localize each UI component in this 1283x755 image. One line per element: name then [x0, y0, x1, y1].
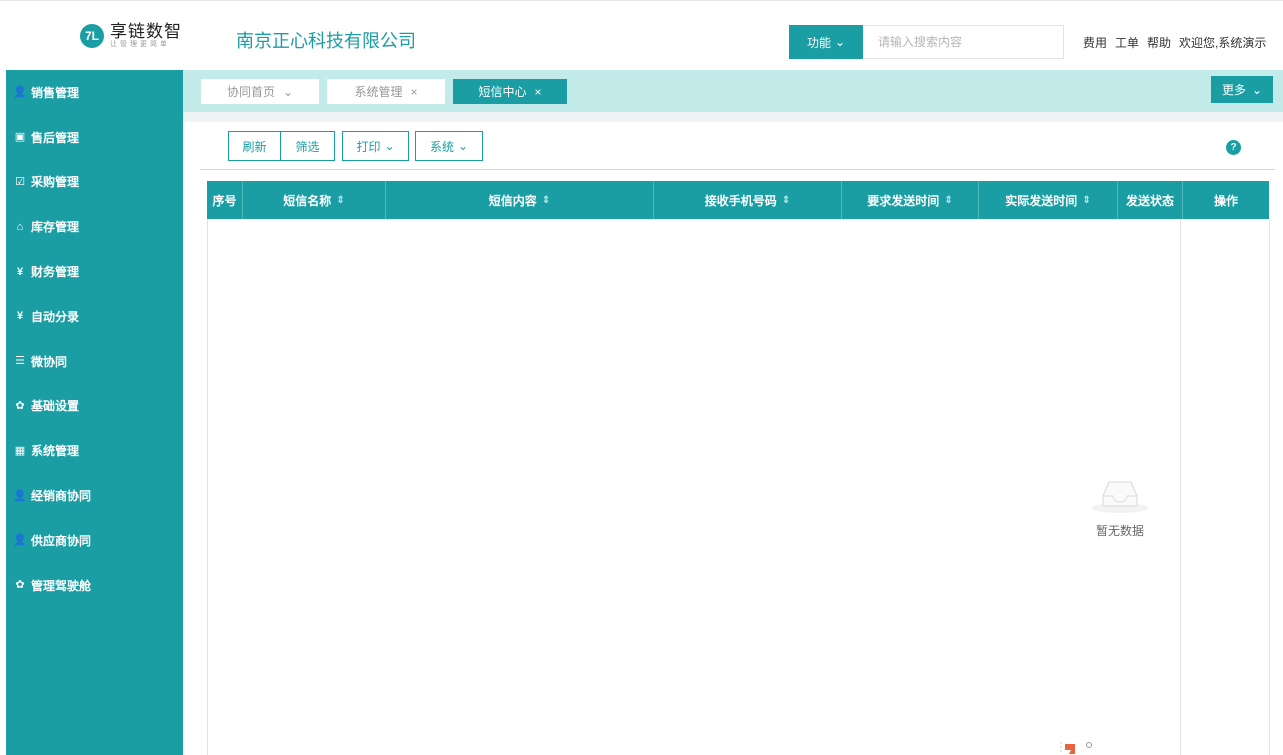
sidebar-item-label: 管理驾驶舱 — [31, 578, 92, 593]
top-links: 费用 工单 帮助 欢迎您,系统演示 — [1083, 34, 1266, 51]
gear-icon: ✿ — [15, 579, 25, 592]
column-header-actions: 操作 — [1213, 193, 1238, 208]
chevron-down-icon: ⌄ — [384, 139, 395, 153]
logo-slogan: 让管理更简单 — [110, 41, 170, 48]
sort-icon[interactable]: ⇕ — [542, 195, 550, 206]
system-label: 系统 — [429, 139, 454, 154]
sort-icon[interactable]: ⇕ — [944, 195, 952, 206]
column-header-status: 发送状态 — [1118, 181, 1183, 219]
sidebar-item-inventory[interactable]: ⌂ 库存管理 — [6, 204, 183, 249]
tab-home[interactable]: 协同首页 ⌄ — [201, 79, 319, 104]
home-icon: ⌂ — [16, 220, 24, 233]
sort-icon[interactable]: ⇕ — [336, 195, 344, 206]
sidebar-item-label: 经销商协同 — [31, 489, 92, 504]
top-link-expense[interactable]: 费用 — [1083, 34, 1107, 51]
toolbar: 刷新 筛选 打印 ⌄ 系统 ⌄ — [228, 131, 483, 161]
print-label: 打印 — [356, 139, 381, 154]
empty-state: 暂无数据 — [1089, 470, 1151, 539]
close-icon[interactable]: × — [411, 85, 418, 99]
sidebar-item-label: 基础设置 — [31, 399, 80, 414]
top-link-help[interactable]: 帮助 — [1147, 34, 1171, 51]
sidebar-item-micro-collab[interactable]: ☰ 微协同 — [6, 339, 183, 384]
sidebar-item-cockpit[interactable]: ✿ 管理驾驶舱 — [6, 563, 183, 608]
column-header-index: 序号 — [207, 181, 243, 219]
sidebar-item-label: 库存管理 — [31, 220, 80, 235]
person-icon: 👤 — [13, 534, 27, 547]
column-header-sms-name[interactable]: 短信名称 ⇕ — [243, 181, 386, 219]
person-icon: 👤 — [13, 489, 27, 502]
logo-name: 享链数智 — [110, 22, 182, 41]
column-header-required-time[interactable]: 要求发送时间 ⇕ — [842, 181, 979, 219]
sidebar-item-finance[interactable]: ¥ 财务管理 — [6, 249, 183, 294]
tab-divider — [183, 112, 1283, 122]
close-icon[interactable]: × — [535, 85, 542, 99]
sidebar: 👤 销售管理 ▣ 售后管理 ☑ 采购管理 ⌂ 库存管理 ¥ 财务管理 ¥ 自动分录 ☰ 微协同… — [6, 70, 183, 755]
table-header: 序号 短信名称 ⇕ 短信内容 ⇕ 接收手机号码 ⇕ 要求发送时间 ⇕ 实际发送时间 ⇕ 发… — [207, 181, 1269, 219]
sidebar-item-label: 售后管理 — [31, 130, 80, 145]
column-header-sms-content[interactable]: 短信内容 ⇕ — [386, 181, 654, 219]
sidebar-item-label: 采购管理 — [31, 175, 80, 190]
refresh-button[interactable]: 刷新 — [228, 131, 281, 161]
sidebar-item-dealer-collab[interactable]: 👤 经销商协同 — [6, 473, 183, 518]
message-icon: ☰ — [15, 355, 25, 368]
print-dropdown-button[interactable]: 打印 ⌄ — [342, 131, 409, 161]
more-label: 更多 — [1221, 83, 1246, 97]
yen-icon: ¥ — [16, 265, 24, 278]
yen-icon: ¥ — [16, 310, 24, 323]
top-header: 7L 享链数智 让管理更简单 南京正心科技有限公司 功能 ⌄ 费用 工单 帮助 … — [0, 0, 1283, 70]
gear-icon: ✿ — [15, 399, 25, 412]
chevron-down-icon: ⌄ — [457, 139, 469, 153]
sidebar-item-label: 系统管理 — [31, 444, 80, 459]
grid-icon: ▦ — [14, 444, 26, 457]
tab-label: 协同首页 — [226, 85, 275, 99]
column-header-phone[interactable]: 接收手机号码 ⇕ — [654, 181, 842, 219]
column-header-actual-time[interactable]: 实际发送时间 ⇕ — [979, 181, 1118, 219]
top-link-ticket[interactable]: 工单 — [1115, 34, 1139, 51]
logo-mark-icon: 7L — [80, 24, 104, 48]
floating-widget-icon[interactable] — [1060, 740, 1094, 755]
fixed-actions-column — [1180, 219, 1270, 755]
divider — [200, 169, 1275, 170]
empty-inbox-icon — [1092, 481, 1148, 513]
function-label: 功能 — [806, 35, 831, 50]
logo[interactable]: 7L 享链数智 让管理更简单 — [80, 23, 182, 49]
sidebar-item-purchase[interactable]: ☑ 采购管理 — [6, 160, 183, 205]
id-card-icon: ▣ — [14, 131, 26, 144]
more-button[interactable]: 更多 ⌄ — [1211, 76, 1273, 103]
sort-icon[interactable]: ⇕ — [1082, 195, 1090, 206]
sidebar-item-basic-settings[interactable]: ✿ 基础设置 — [6, 384, 183, 429]
filter-button[interactable]: 筛选 — [281, 131, 335, 161]
sidebar-item-auto-entry[interactable]: ¥ 自动分录 — [6, 294, 183, 339]
tab-label: 短信中心 — [478, 85, 527, 99]
sidebar-item-label: 财务管理 — [31, 265, 80, 280]
search-input[interactable] — [864, 25, 1064, 59]
sidebar-item-after-sales[interactable]: ▣ 售后管理 — [6, 115, 183, 160]
chevron-down-icon: ⌄ — [1251, 82, 1263, 97]
sidebar-item-label: 供应商协同 — [31, 533, 92, 548]
person-icon: 👤 — [13, 86, 27, 99]
chevron-down-icon: ⌄ — [834, 35, 846, 49]
sidebar-item-label: 销售管理 — [31, 85, 80, 100]
system-dropdown-button[interactable]: 系统 ⌄ — [415, 131, 483, 161]
function-dropdown-button[interactable]: 功能 ⌄ — [789, 25, 863, 59]
empty-text: 暂无数据 — [1095, 524, 1144, 538]
sidebar-item-label: 自动分录 — [31, 309, 80, 324]
company-name: 南京正心科技有限公司 — [236, 31, 416, 51]
sort-icon[interactable]: ⇕ — [782, 195, 790, 206]
help-icon[interactable]: ? — [1226, 140, 1241, 155]
tab-label: 系统管理 — [354, 85, 403, 99]
welcome-user[interactable]: 欢迎您,系统演示 — [1179, 34, 1266, 51]
sidebar-item-system[interactable]: ▦ 系统管理 — [6, 428, 183, 473]
checkbox-icon: ☑ — [15, 175, 25, 188]
sidebar-item-label: 微协同 — [31, 354, 68, 369]
chevron-down-icon[interactable]: ⌄ — [283, 85, 293, 99]
tab-bar: 协同首页 ⌄ 系统管理 × 短信中心 × 更多 ⌄ — [183, 70, 1283, 112]
sidebar-item-supplier-collab[interactable]: 👤 供应商协同 — [6, 518, 183, 563]
tab-system[interactable]: 系统管理 × — [327, 79, 445, 104]
tab-sms-center[interactable]: 短信中心 × — [453, 79, 567, 104]
sidebar-item-sales[interactable]: 👤 销售管理 — [6, 70, 183, 115]
